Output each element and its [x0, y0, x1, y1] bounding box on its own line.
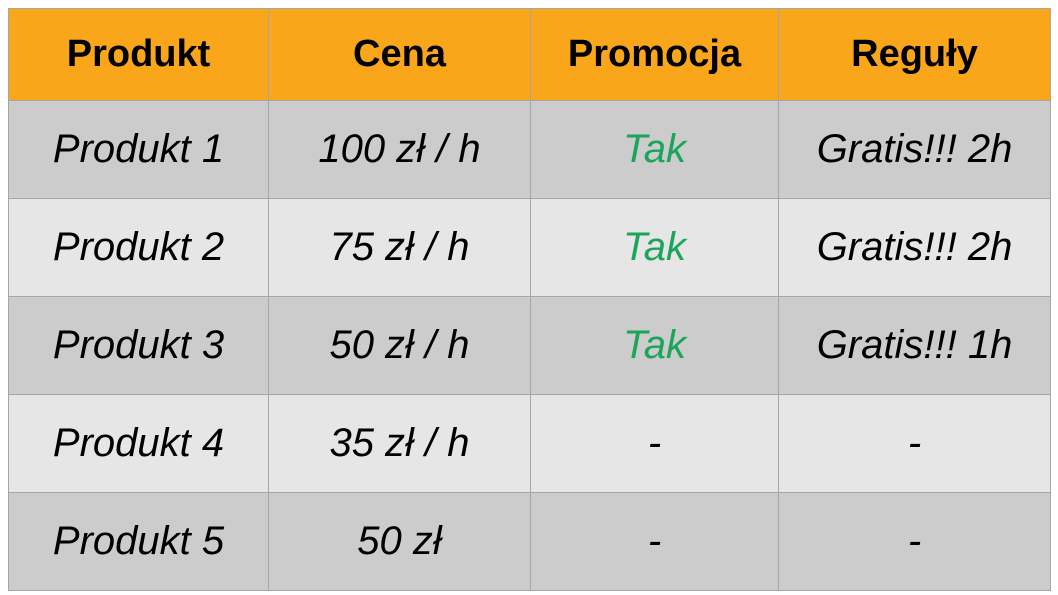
cell-product: Produkt 3 — [8, 296, 269, 395]
table-row: Produkt 2 75 zł / h Tak Gratis!!! 2h — [8, 198, 1051, 297]
cell-promo: Tak — [530, 296, 779, 395]
cell-promo: - — [530, 492, 779, 591]
cell-rules: - — [778, 492, 1051, 591]
cell-price: 50 zł / h — [268, 296, 531, 395]
cell-rules: Gratis!!! 1h — [778, 296, 1051, 395]
table-row: Produkt 5 50 zł - - — [8, 492, 1051, 591]
header-produkt: Produkt — [8, 8, 269, 101]
header-cena: Cena — [268, 8, 531, 101]
pricing-table-container: Produkt Cena Promocja Reguły Produkt 1 1… — [8, 8, 1051, 591]
cell-price: 100 zł / h — [268, 100, 531, 199]
cell-promo: Tak — [530, 198, 779, 297]
cell-product: Produkt 5 — [8, 492, 269, 591]
cell-rules: - — [778, 394, 1051, 493]
cell-rules: Gratis!!! 2h — [778, 100, 1051, 199]
table-row: Produkt 3 50 zł / h Tak Gratis!!! 1h — [8, 296, 1051, 395]
pricing-table: Produkt Cena Promocja Reguły Produkt 1 1… — [8, 8, 1051, 591]
table-header-row: Produkt Cena Promocja Reguły — [8, 8, 1051, 101]
header-reguly: Reguły — [778, 8, 1051, 101]
cell-promo: Tak — [530, 100, 779, 199]
table-row: Produkt 4 35 zł / h - - — [8, 394, 1051, 493]
cell-product: Produkt 2 — [8, 198, 269, 297]
cell-product: Produkt 1 — [8, 100, 269, 199]
cell-price: 35 zł / h — [268, 394, 531, 493]
header-promocja: Promocja — [530, 8, 779, 101]
table-row: Produkt 1 100 zł / h Tak Gratis!!! 2h — [8, 100, 1051, 199]
cell-price: 50 zł — [268, 492, 531, 591]
cell-promo: - — [530, 394, 779, 493]
cell-product: Produkt 4 — [8, 394, 269, 493]
cell-price: 75 zł / h — [268, 198, 531, 297]
cell-rules: Gratis!!! 2h — [778, 198, 1051, 297]
